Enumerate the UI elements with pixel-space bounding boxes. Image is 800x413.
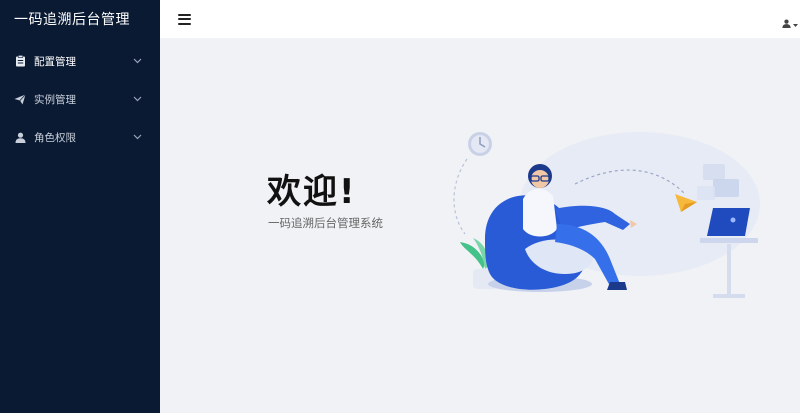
user-icon [782, 13, 791, 32]
welcome-title: 欢迎! [267, 172, 357, 212]
hamburger-icon[interactable] [178, 13, 191, 25]
chevron-down-icon [132, 56, 142, 66]
main-content: 欢迎! 一码追溯后台管理系统 [160, 38, 800, 413]
app-title: 一码追溯后台管理 [14, 12, 130, 28]
sidebar: 一码追溯后台管理 配置管理 实例管理 角色权限 [0, 0, 160, 413]
sidebar-item-label: 角色权限 [34, 131, 76, 144]
sidebar-item-label: 配置管理 [34, 55, 76, 68]
sidebar-item-label: 实例管理 [34, 93, 76, 106]
welcome-subtitle: 一码追溯后台管理系统 [268, 216, 383, 230]
caret-down-icon [793, 13, 798, 32]
sidebar-item-roles[interactable]: 角色权限 [0, 118, 160, 156]
sidebar-item-config[interactable]: 配置管理 [0, 42, 160, 80]
welcome-illustration [453, 132, 760, 298]
chevron-down-icon [132, 94, 142, 104]
sidebar-item-instance[interactable]: 实例管理 [0, 80, 160, 118]
user-icon [14, 131, 26, 143]
user-menu[interactable] [782, 13, 798, 32]
chevron-down-icon [132, 132, 142, 142]
top-bar [160, 0, 800, 38]
send-icon [14, 93, 26, 105]
clipboard-icon [14, 55, 26, 67]
sidebar-menu: 配置管理 实例管理 角色权限 [0, 42, 160, 156]
clock-icon [468, 132, 492, 156]
